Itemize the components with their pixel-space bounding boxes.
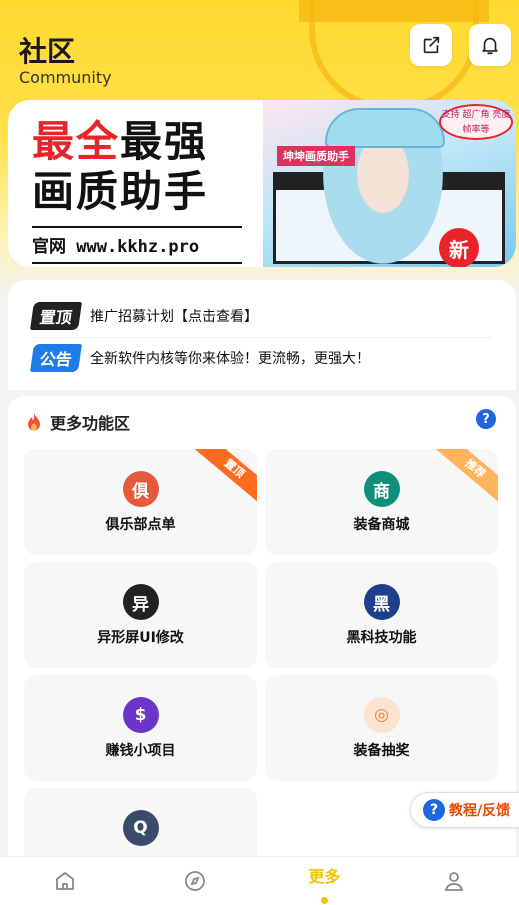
recommended-ribbon: 推荐 (434, 449, 498, 506)
tile-money-projects[interactable]: $ 赚钱小项目 (24, 675, 257, 781)
promo-banner[interactable]: 最全最强 画质助手 官网 www.kkhz.pro 坤坤画质助手 支持 超广角 … (8, 100, 516, 267)
section-header: 更多功能区 (26, 410, 130, 434)
help-icon[interactable]: ? (476, 409, 496, 429)
bottom-navigation: 更多 (0, 856, 519, 905)
pinned-ribbon: 置顶 (193, 449, 257, 506)
banner-divider (32, 226, 242, 228)
page-title: 社区 (19, 35, 76, 68)
page-subtitle: Community (19, 68, 112, 87)
notice-text: 全新软件内核等你来体验！更流畅，更强大！ (90, 351, 371, 367)
tile-label: 赚钱小项目 (105, 743, 176, 759)
tile-club-order[interactable]: 俱 俱乐部点单 置顶 (24, 449, 257, 555)
bell-icon (482, 37, 498, 55)
help-icon: ? (423, 799, 445, 821)
section-title: 更多功能区 (50, 414, 131, 433)
new-badge: 新 (439, 228, 479, 267)
divider (32, 337, 492, 338)
tile-equipment-lottery[interactable]: ◎ 装备抽奖 (265, 675, 498, 781)
notch-ui-icon: 异 (122, 584, 159, 620)
anime-girl-cap (325, 108, 445, 148)
active-indicator (321, 897, 329, 904)
tile-notch-ui-mod[interactable]: 异 异形屏UI修改 (24, 562, 257, 668)
notice-text: 推广招募计划【点击查看】 (90, 309, 259, 325)
banner-illustration: 坤坤画质助手 支持 超广角 亮度 帧率等 新 (263, 100, 516, 267)
banner-art-title: 坤坤画质助手 (277, 146, 355, 166)
notice-card: 置顶 推广招募计划【点击查看】 公告 全新软件内核等你来体验！更流畅，更强大！ (8, 280, 516, 390)
nav-profile[interactable] (389, 857, 519, 905)
hoop-net-decoration (309, 0, 479, 110)
home-icon (55, 872, 74, 890)
notice-announcement[interactable]: 公告 全新软件内核等你来体验！更流畅，更强大！ (30, 344, 371, 372)
tile-label: 装备商城 (353, 517, 410, 533)
user-icon (444, 872, 464, 891)
mall-icon: 商 (363, 471, 400, 507)
pinned-tag: 置顶 (30, 302, 82, 330)
banner-divider (32, 262, 242, 264)
announcement-tag: 公告 (30, 344, 82, 372)
tutorial-feedback-button[interactable]: ? 教程/反馈 (410, 792, 519, 828)
dollar-icon: $ (122, 697, 159, 733)
nav-more[interactable]: 更多 (260, 857, 390, 905)
nav-home[interactable] (0, 857, 130, 905)
tile-label: 俱乐部点单 (105, 517, 176, 533)
lottery-disc-icon: ◎ (363, 697, 400, 733)
notification-button[interactable] (469, 24, 511, 66)
flame-icon (28, 413, 40, 431)
club-order-icon: 俱 (122, 471, 159, 507)
share-button[interactable] (410, 24, 452, 66)
qq-icon: Q (122, 810, 159, 846)
nav-discover[interactable] (130, 857, 260, 905)
feedback-label: 教程/反馈 (449, 803, 511, 819)
compass-icon (184, 871, 205, 891)
banner-feature-tag: 支持 超广角 亮度 帧率等 (439, 104, 513, 140)
share-icon (423, 36, 440, 54)
banner-website: 官网 www.kkhz.pro (32, 237, 200, 257)
banner-headline-2: 画质助手 (32, 167, 209, 216)
tile-label: 异形屏UI修改 (97, 630, 184, 646)
tile-label: 黑科技功能 (346, 630, 417, 646)
tile-equipment-mall[interactable]: 商 装备商城 推荐 (265, 449, 498, 555)
nav-more-label: 更多 (308, 867, 341, 886)
tile-black-tech[interactable]: 黑 黑科技功能 (265, 562, 498, 668)
black-tech-icon: 黑 (363, 584, 400, 620)
notice-pinned[interactable]: 置顶 推广招募计划【点击查看】 (30, 302, 259, 330)
tile-label: 装备抽奖 (353, 743, 410, 759)
